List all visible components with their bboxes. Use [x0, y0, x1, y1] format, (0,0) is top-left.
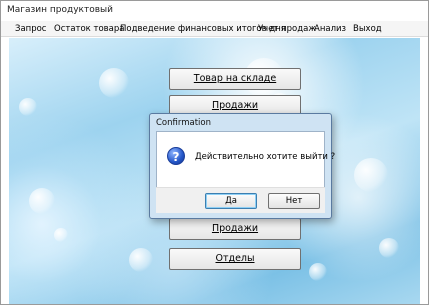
background-bubble	[379, 238, 399, 258]
dialog-title: Confirmation	[156, 118, 211, 128]
menu-item-sales-accounting[interactable]: Учет продаж	[258, 24, 316, 34]
menu-item-stock-balance[interactable]: Остаток товара	[54, 24, 125, 34]
departments-button[interactable]: Отделы	[169, 248, 301, 270]
yes-button[interactable]: Да	[205, 193, 257, 209]
menu-bar: Запрос Остаток товара Подведение финансо…	[1, 21, 428, 37]
title-bar: Магазин продуктовый	[1, 1, 428, 19]
menu-item-query[interactable]: Запрос	[15, 24, 47, 34]
confirmation-dialog: Confirmation ? Действительно хотите выйт…	[149, 113, 336, 219]
stock-button[interactable]: Товар на складе	[169, 68, 301, 90]
background-bubble	[54, 228, 68, 242]
background-bubble	[19, 98, 37, 116]
background-bubble	[129, 248, 153, 272]
background-bubble	[309, 263, 327, 281]
dialog-message: Действительно хотите выйти ?	[195, 152, 336, 162]
background-bubble	[354, 158, 388, 192]
window-title: Магазин продуктовый	[7, 5, 114, 15]
question-icon: ?	[167, 147, 185, 165]
menu-item-analysis[interactable]: Анализ	[314, 24, 346, 34]
no-button[interactable]: Нет	[268, 193, 320, 209]
app-window: Магазин продуктовый Запрос Остаток товар…	[0, 0, 429, 305]
background-bubble	[99, 68, 129, 98]
background-bubble	[29, 188, 55, 214]
sales-button[interactable]: Продажи	[169, 218, 301, 240]
menu-item-exit[interactable]: Выход	[353, 24, 382, 34]
